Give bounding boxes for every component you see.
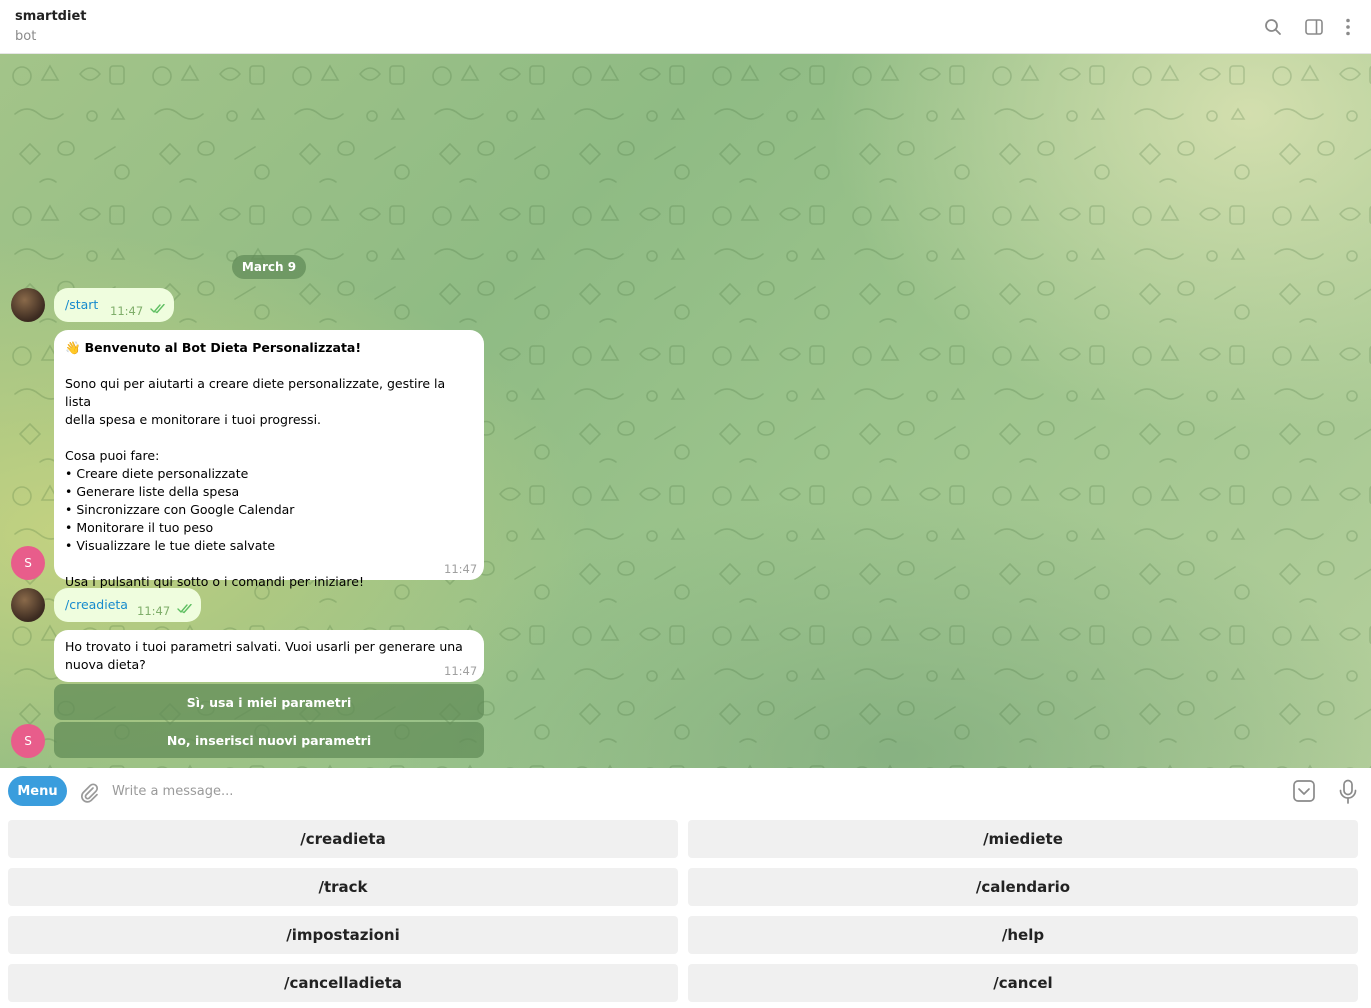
attach-icon[interactable] [78, 781, 100, 803]
message-bubble-incoming[interactable]: 👋 Benvenuto al Bot Dieta Personalizzata!… [54, 330, 484, 589]
keyboard-button-miediete[interactable]: /miediete [688, 820, 1358, 858]
user-avatar[interactable] [11, 588, 45, 622]
body-line: • Creare diete personalizzate [65, 466, 249, 481]
microphone-icon[interactable] [1338, 779, 1358, 805]
keyboard-button-cancelladieta[interactable]: /cancelladieta [8, 964, 678, 1002]
search-icon[interactable] [1261, 15, 1285, 39]
inline-button-use-params[interactable]: Sì, usa i miei parametri [54, 684, 484, 720]
body-line: della spesa e monitorare i tuoi progress… [65, 412, 322, 427]
menu-button[interactable]: Menu [8, 776, 67, 806]
message-time: 11:47 [137, 604, 171, 618]
keyboard-button-cancel[interactable]: /cancel [688, 964, 1358, 1002]
chat-area[interactable]: March 9 /start 11:47 👋 Benvenuto al Bot … [0, 54, 1371, 768]
body-line: • Sincronizzare con Google Calendar [65, 502, 295, 517]
message-input[interactable] [112, 778, 1262, 804]
body-line [65, 357, 475, 375]
command-link[interactable]: /start [65, 296, 98, 314]
message-time: 11:47 [110, 304, 144, 318]
body-line: • Visualizzare le tue diete salvate [65, 538, 276, 553]
keyboard-button-calendario[interactable]: /calendario [688, 868, 1358, 906]
body-line: • Monitorare il tuo peso [65, 520, 214, 535]
message-bubble-outgoing[interactable]: /start 11:47 [54, 288, 174, 322]
command-link[interactable]: /creadieta [65, 596, 128, 614]
body-line: Cosa puoi fare: [65, 448, 160, 463]
message-bubble-incoming[interactable]: Ho trovato i tuoi parametri salvati. Vuo… [54, 630, 484, 682]
welcome-body: Sono qui per aiutarti a creare diete per… [65, 357, 475, 591]
body-line: Sono qui per aiutarti a creare diete per… [65, 376, 446, 409]
message-time: 11:47 [444, 664, 478, 678]
bot-avatar[interactable]: S [11, 546, 45, 580]
chat-header: smartdiet bot [0, 0, 1371, 54]
date-separator: March 9 [232, 255, 306, 279]
double-check-icon [150, 304, 165, 314]
body-line [65, 555, 475, 573]
keyboard-button-creadieta[interactable]: /creadieta [8, 820, 678, 858]
keyboard-button-impostazioni[interactable]: /impostazioni [8, 916, 678, 954]
chat-title[interactable]: smartdiet [15, 9, 86, 24]
body-line: • Generare liste della spesa [65, 484, 240, 499]
welcome-title-line: 👋 Benvenuto al Bot Dieta Personalizzata! [65, 339, 475, 357]
double-check-icon [177, 604, 192, 614]
user-avatar[interactable] [11, 288, 45, 322]
wave-icon: 👋 [65, 340, 81, 355]
bot-avatar[interactable]: S [11, 724, 45, 758]
welcome-title: Benvenuto al Bot Dieta Personalizzata! [84, 340, 362, 355]
sidebar-toggle-icon[interactable] [1302, 15, 1326, 39]
chat-subtitle: bot [15, 29, 37, 44]
message-time: 11:47 [444, 562, 478, 576]
message-bubble-outgoing[interactable]: /creadieta 11:47 [54, 588, 201, 622]
body-line: nuova dieta? [65, 657, 146, 672]
keyboard-button-track[interactable]: /track [8, 868, 678, 906]
inline-button-new-params[interactable]: No, inserisci nuovi parametri [54, 722, 484, 758]
reply-keyboard: /creadieta /miediete /track /calendario … [0, 814, 1371, 1008]
composer: Menu [0, 768, 1371, 814]
bot-keyboard-icon[interactable] [1292, 779, 1316, 803]
keyboard-button-help[interactable]: /help [688, 916, 1358, 954]
more-vertical-icon[interactable] [1336, 15, 1360, 39]
body-line [65, 429, 475, 447]
body-line: Ho trovato i tuoi parametri salvati. Vuo… [65, 639, 463, 654]
